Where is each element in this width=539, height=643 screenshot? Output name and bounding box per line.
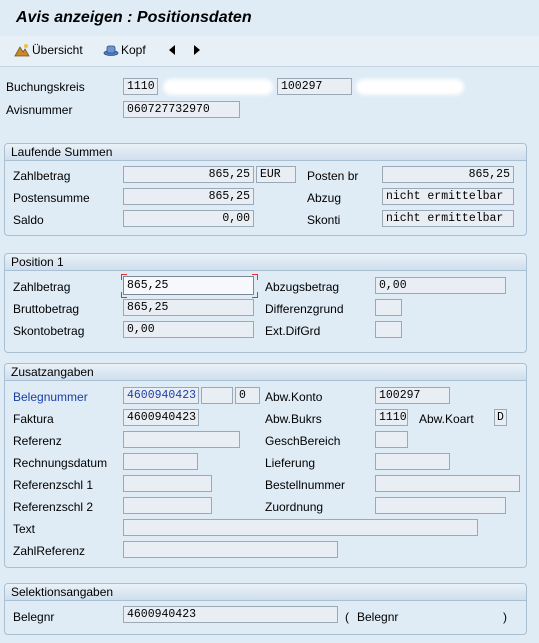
abw-bukrs-field[interactable]: 1110	[375, 409, 408, 426]
zahlreferenz-label: ZahlReferenz	[13, 544, 86, 558]
zuordnung-label: Zuordnung	[265, 500, 324, 514]
abzug-field[interactable]: nicht ermittelbar	[382, 188, 514, 205]
redacted-area	[356, 79, 464, 95]
geschbereich-label: GeschBereich	[265, 434, 341, 448]
skontobetrag-field[interactable]: 0,00	[123, 321, 254, 338]
bruttobetrag-field[interactable]: 865,25	[123, 299, 254, 316]
header-hat-icon[interactable]	[103, 44, 119, 56]
referenzschl1-label: Referenzschl 1	[13, 478, 94, 492]
focus-marker	[252, 274, 258, 280]
header-button[interactable]: Kopf	[121, 43, 146, 57]
text-field[interactable]	[123, 519, 478, 536]
focus-marker	[121, 274, 127, 280]
redacted-area	[163, 79, 273, 95]
paren-close: )	[503, 610, 507, 624]
abw-koart-label: Abw.Koart	[419, 412, 474, 426]
buchungskreis-field[interactable]: 1110	[123, 78, 158, 95]
lieferung-label: Lieferung	[265, 456, 316, 470]
ext-difgrd-label: Ext.DifGrd	[265, 324, 321, 338]
saldo-label: Saldo	[13, 213, 44, 227]
belegnummer-extra-field[interactable]	[201, 387, 233, 404]
referenz-label: Referenz	[13, 434, 62, 448]
belegnr-label-secondary: Belegnr	[357, 610, 399, 624]
zahlbetrag-label: Zahlbetrag	[13, 169, 71, 183]
ext-difgrd-field[interactable]	[375, 321, 402, 338]
bruttobetrag-label: Bruttobetrag	[13, 302, 80, 316]
laufende-summen-title: Laufende Summen	[5, 144, 526, 161]
abw-koart-field[interactable]: D	[494, 409, 507, 426]
position-title: Position 1	[5, 254, 526, 271]
abw-konto-field[interactable]: 100297	[375, 387, 450, 404]
referenzschl2-field[interactable]	[123, 497, 212, 514]
skonti-label: Skonti	[307, 213, 341, 227]
window-title: Avis anzeigen : Positionsdaten	[16, 9, 252, 26]
selektionsangaben-title: Selektionsangaben	[5, 584, 526, 601]
toolbar-separator	[0, 66, 539, 67]
text-label: Text	[13, 522, 36, 536]
belegnummer-index-field[interactable]: 0	[235, 387, 260, 404]
paren-open: (	[345, 610, 349, 624]
saldo-field[interactable]: 0,00	[123, 210, 254, 227]
rechnungsdatum-label: Rechnungsdatum	[13, 456, 108, 470]
postensumme-label: Postensumme	[13, 191, 90, 205]
position-zahlbetrag-label: Zahlbetrag	[13, 280, 71, 294]
rechnungsdatum-field[interactable]	[123, 453, 198, 470]
skontobetrag-label: Skontobetrag	[13, 324, 85, 338]
lieferung-field[interactable]	[375, 453, 450, 470]
position-zahlbetrag-input[interactable]: 865,25	[123, 276, 254, 295]
skonti-field[interactable]: nicht ermittelbar	[382, 210, 514, 227]
focus-marker	[252, 292, 258, 298]
posten-br-label: Posten br	[307, 169, 359, 183]
avisnummer-field[interactable]: 060727732970	[123, 101, 240, 118]
abzugsbetrag-label: Abzugsbetrag	[265, 280, 340, 294]
currency-field[interactable]: EUR	[256, 166, 296, 183]
belegnummer-link[interactable]: Belegnummer	[13, 390, 88, 404]
postensumme-field[interactable]: 865,25	[123, 188, 254, 205]
zusatzangaben-title: Zusatzangaben	[5, 364, 526, 381]
posten-br-field[interactable]: 865,25	[382, 166, 514, 183]
application-toolbar: Übersicht Kopf	[0, 36, 539, 66]
abzug-label: Abzug	[307, 191, 342, 205]
previous-arrow-icon[interactable]	[168, 45, 176, 55]
referenz-field[interactable]	[123, 431, 240, 448]
zahlreferenz-field[interactable]	[123, 541, 338, 558]
zahlbetrag-sum-field[interactable]: 865,25	[123, 166, 254, 183]
focus-marker	[121, 292, 127, 298]
abw-bukrs-label: Abw.Bukrs	[265, 412, 322, 426]
faktura-field[interactable]: 4600940423	[123, 409, 199, 426]
differenzgrund-field[interactable]	[375, 299, 402, 316]
referenzschl2-label: Referenzschl 2	[13, 500, 94, 514]
partner-field[interactable]: 100297	[277, 78, 352, 95]
differenzgrund-label: Differenzgrund	[265, 302, 344, 316]
zuordnung-field[interactable]	[375, 497, 506, 514]
next-arrow-icon[interactable]	[193, 45, 201, 55]
abzugsbetrag-field[interactable]: 0,00	[375, 277, 506, 294]
bestellnummer-field[interactable]	[375, 475, 520, 492]
belegnr-field[interactable]: 4600940423	[123, 606, 338, 623]
referenzschl1-field[interactable]	[123, 475, 212, 492]
belegnr-label: Belegnr	[13, 610, 55, 624]
overview-icon[interactable]	[14, 43, 30, 57]
title-bar: Avis anzeigen : Positionsdaten	[0, 0, 539, 36]
bestellnummer-label: Bestellnummer	[265, 478, 346, 492]
belegnummer-field[interactable]: 4600940423	[123, 387, 199, 404]
overview-button[interactable]: Übersicht	[32, 43, 83, 57]
abw-konto-label: Abw.Konto	[265, 390, 323, 404]
faktura-label: Faktura	[13, 412, 54, 426]
geschbereich-field[interactable]	[375, 431, 408, 448]
buchungskreis-label: Buchungskreis	[6, 80, 85, 94]
avisnummer-label: Avisnummer	[6, 103, 73, 117]
